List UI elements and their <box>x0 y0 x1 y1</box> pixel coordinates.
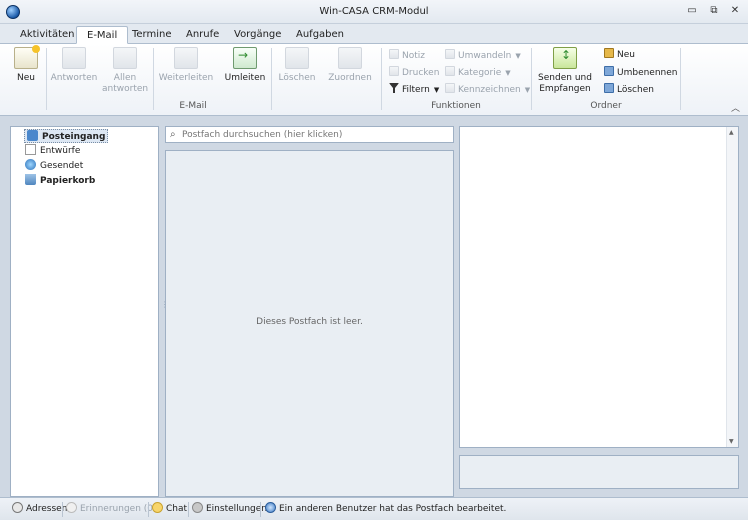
main-content: Posteingang Entwürfe Gesendet Papierkorb… <box>0 117 748 497</box>
trash-icon <box>25 174 36 185</box>
category-icon <box>445 66 455 76</box>
assign-icon <box>338 47 362 69</box>
info-icon <box>265 502 276 513</box>
folder-posteingang[interactable]: Posteingang <box>24 129 109 143</box>
tab-anrufe[interactable]: Anrufe <box>176 26 229 44</box>
search-input[interactable] <box>182 128 450 141</box>
ribbon: Neu Antworten Allen antworten Weiterleit… <box>0 44 748 116</box>
convert-dropdown[interactable]: Umwandeln ▼ <box>445 49 521 63</box>
mail-list[interactable]: Dieses Postfach ist leer. <box>165 150 454 497</box>
sent-globe-icon <box>25 159 36 170</box>
drafts-icon <box>25 144 36 155</box>
delete-folder-icon <box>604 83 614 93</box>
new-mail-button[interactable]: Neu <box>8 45 44 105</box>
minimize-button[interactable]: ▭ <box>684 4 700 18</box>
reply-icon <box>62 47 86 69</box>
note-icon <box>389 49 399 59</box>
reminders-button[interactable]: Erinnerungen (0) <box>66 502 157 516</box>
chevron-down-icon: ▼ <box>433 86 440 94</box>
person-icon <box>12 502 23 513</box>
preview-pane: ▲ ▼ <box>459 126 739 448</box>
addresses-button[interactable]: Adressen <box>12 502 67 516</box>
filter-dropdown[interactable]: Filtern ▼ <box>389 83 439 97</box>
new-mail-icon <box>14 45 40 69</box>
empty-list-message: Dieses Postfach ist leer. <box>256 317 363 327</box>
forward-icon <box>174 47 198 69</box>
tab-aufgaben[interactable]: Aufgaben <box>286 26 354 44</box>
group-label-ordner: Ordner <box>590 101 622 111</box>
preview-footer <box>459 455 739 489</box>
status-bar: Adressen Erinnerungen (0) Chat Einstellu… <box>0 497 748 520</box>
scroll-down-icon[interactable]: ▼ <box>729 438 734 445</box>
reply-all-icon <box>113 47 137 69</box>
assign-button[interactable]: Zuordnen <box>326 47 374 105</box>
chevron-down-icon: ▼ <box>515 52 521 60</box>
scroll-up-icon[interactable]: ▲ <box>729 129 734 136</box>
collapse-ribbon-icon[interactable]: ︿ <box>731 101 740 114</box>
close-button[interactable]: ✕ <box>727 4 743 18</box>
print-button[interactable]: Drucken <box>389 66 439 80</box>
reply-all-button[interactable]: Allen antworten <box>102 47 148 105</box>
folder-papierkorb[interactable]: Papierkorb <box>25 174 95 188</box>
search-icon: ⌕ <box>170 129 176 140</box>
note-button[interactable]: Notiz <box>389 49 425 63</box>
ribbon-tabs: Aktivitäten E-Mail Termine Anrufe Vorgän… <box>0 24 748 44</box>
delete-mail-button[interactable]: Löschen <box>276 47 318 105</box>
preview-scrollbar[interactable]: ▲ ▼ <box>726 127 738 447</box>
delete-folder-button[interactable]: Löschen <box>604 83 654 97</box>
new-folder-button[interactable]: Neu <box>604 48 635 62</box>
category-dropdown[interactable]: Kategorie ▼ <box>445 66 511 80</box>
group-label-email: E-Mail <box>179 101 207 111</box>
restore-button[interactable]: ⧉ <box>706 4 722 18</box>
tab-email[interactable]: E-Mail <box>76 26 129 44</box>
forward-button[interactable]: Weiterleiten <box>158 47 214 105</box>
printer-icon <box>389 66 399 76</box>
send-receive-icon <box>553 47 577 69</box>
new-folder-icon <box>604 48 614 58</box>
tab-aktivitaeten[interactable]: Aktivitäten <box>10 26 85 44</box>
rename-folder-icon <box>604 66 614 76</box>
status-message: Ein anderen Benutzer hat das Postfach be… <box>265 502 506 516</box>
chevron-down-icon: ▼ <box>505 69 511 77</box>
chevron-down-icon: ▼ <box>524 86 531 94</box>
tab-vorgaenge[interactable]: Vorgänge <box>224 26 291 44</box>
flag-dropdown[interactable]: Kennzeichnen ▼ <box>445 83 530 97</box>
folder-tree: Posteingang Entwürfe Gesendet Papierkorb <box>10 126 159 497</box>
search-box[interactable]: ⌕ <box>165 126 454 143</box>
redirect-button[interactable]: Umleiten <box>222 47 268 105</box>
send-receive-button[interactable]: Senden und Empfangen <box>536 47 594 105</box>
settings-button[interactable]: Einstellungen <box>192 502 267 516</box>
inbox-icon <box>27 130 38 141</box>
funnel-icon <box>389 83 399 93</box>
folder-entwuerfe[interactable]: Entwürfe <box>25 144 80 158</box>
rename-folder-button[interactable]: Umbenennen <box>604 66 678 80</box>
redirect-icon <box>233 47 257 69</box>
flag-icon <box>445 83 455 93</box>
tab-termine[interactable]: Termine <box>122 26 182 44</box>
convert-icon <box>445 49 455 59</box>
title-bar: Win-CASA CRM-Modul ▭ ⧉ ✕ <box>0 0 748 24</box>
wrench-icon <box>192 502 203 513</box>
group-label-funktionen: Funktionen <box>431 101 481 111</box>
chat-button[interactable]: Chat <box>152 502 187 516</box>
window-title: Win-CASA CRM-Modul <box>319 6 429 17</box>
reply-button[interactable]: Antworten <box>50 47 98 105</box>
clock-icon <box>66 502 77 513</box>
splitter-left[interactable]: ⋮ <box>161 301 169 313</box>
delete-mail-icon <box>285 47 309 69</box>
folder-gesendet[interactable]: Gesendet <box>25 159 83 173</box>
chat-icon <box>152 502 163 513</box>
